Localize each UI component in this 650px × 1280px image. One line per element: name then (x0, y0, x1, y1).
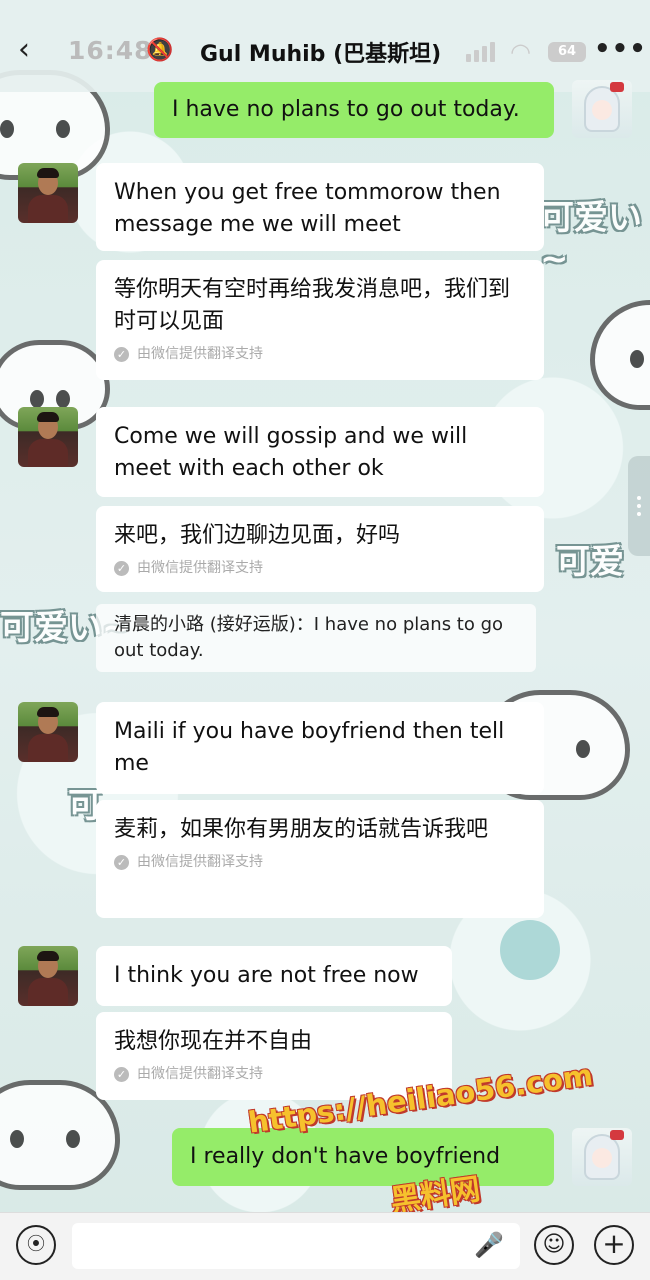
check-icon: ✓ (114, 560, 129, 576)
message-text: I really don't have boyfriend (190, 1144, 501, 1169)
microphone-icon[interactable]: 🎤 (474, 1231, 504, 1263)
status-time: 16:48 (68, 36, 153, 65)
translation-note-text: 由微信提供翻译支持 (137, 854, 263, 870)
translation-bubble[interactable]: 来吧，我们边聊边见面，好吗 ✓ 由微信提供翻译支持 (96, 506, 544, 592)
battery-indicator: 64 (548, 42, 586, 62)
message-bubble-received[interactable]: When you get free tommorow then message … (96, 163, 544, 251)
contact-avatar[interactable] (18, 946, 78, 1006)
translation-note-text: 由微信提供翻译支持 (137, 346, 263, 362)
check-icon: ✓ (114, 1066, 129, 1082)
check-icon: ✓ (114, 346, 129, 362)
bell-mute-icon: 🔕 (146, 38, 174, 63)
contact-avatar[interactable] (18, 407, 78, 467)
translation-bubble[interactable]: 等你明天有空时再给我发消息吧，我们到时可以见面 ✓ 由微信提供翻译支持 (96, 260, 544, 380)
translation-note: ✓ 由微信提供翻译支持 (114, 344, 526, 364)
message-input[interactable] (72, 1223, 520, 1269)
sticker-text: 可爱 (556, 542, 624, 582)
message-text: I think you are not free now (114, 963, 419, 988)
clover-sticker (500, 920, 560, 980)
chat-header: ‹ 16:48 🔕 Gul Muhib (巴基斯坦) ◠ 64 ••• (0, 0, 650, 92)
translation-text: 等你明天有空时再给我发消息吧，我们到时可以见面 (114, 277, 511, 334)
message-bubble-received[interactable]: I think you are not free now (96, 946, 452, 1006)
my-avatar[interactable] (572, 80, 632, 138)
translation-text: 来吧，我们边聊边见面，好吗 (114, 523, 401, 548)
side-drawer-handle[interactable] (628, 456, 650, 556)
translation-bubble[interactable]: 麦莉，如果你有男朋友的话就告诉我吧 ✓ 由微信提供翻译支持 (96, 800, 544, 918)
emoji-icon[interactable]: ☺ (534, 1225, 574, 1265)
sticker-text: 可爱い~ (540, 198, 642, 279)
translation-text: 我想你现在并不自由 (114, 1029, 313, 1054)
translation-note-text: 由微信提供翻译支持 (137, 1066, 263, 1082)
my-avatar[interactable] (572, 1128, 632, 1186)
plus-icon[interactable]: + (594, 1225, 634, 1265)
signal-icon (466, 40, 500, 62)
quoted-message[interactable]: 清晨的小路 (接好运版)：I have no plans to go out t… (96, 604, 536, 672)
message-text: Come we will gossip and we will meet wit… (114, 424, 468, 481)
message-bubble-received[interactable]: Maili if you have boyfriend then tell me (96, 702, 544, 794)
wifi-icon: ◠ (510, 38, 531, 66)
message-text: I have no plans to go out today. (172, 97, 520, 122)
translation-text: 麦莉，如果你有男朋友的话就告诉我吧 (114, 817, 489, 842)
more-dots-icon[interactable]: ••• (594, 34, 647, 64)
message-bubble-sent[interactable]: I really don't have boyfriend (172, 1128, 554, 1186)
voice-icon[interactable]: ⦿ (16, 1225, 56, 1265)
message-bubble-sent[interactable]: I have no plans to go out today. (154, 82, 554, 138)
translation-note: ✓ 由微信提供翻译支持 (114, 558, 526, 578)
translation-note-text: 由微信提供翻译支持 (137, 560, 263, 576)
contact-avatar[interactable] (18, 702, 78, 762)
message-text: When you get free tommorow then message … (114, 180, 501, 237)
contact-avatar[interactable] (18, 163, 78, 223)
cat-sticker (590, 300, 650, 410)
check-icon: ✓ (114, 854, 129, 870)
message-bubble-received[interactable]: Come we will gossip and we will meet wit… (96, 407, 544, 497)
chat-title[interactable]: Gul Muhib (巴基斯坦) (200, 36, 441, 68)
message-text: Maili if you have boyfriend then tell me (114, 719, 505, 776)
translation-note: ✓ 由微信提供翻译支持 (114, 1064, 434, 1084)
chevron-left-icon[interactable]: ‹ (18, 32, 46, 68)
input-bar: ⦿ 🎤 ☺ + (0, 1212, 650, 1280)
translation-note: ✓ 由微信提供翻译支持 (114, 852, 526, 872)
